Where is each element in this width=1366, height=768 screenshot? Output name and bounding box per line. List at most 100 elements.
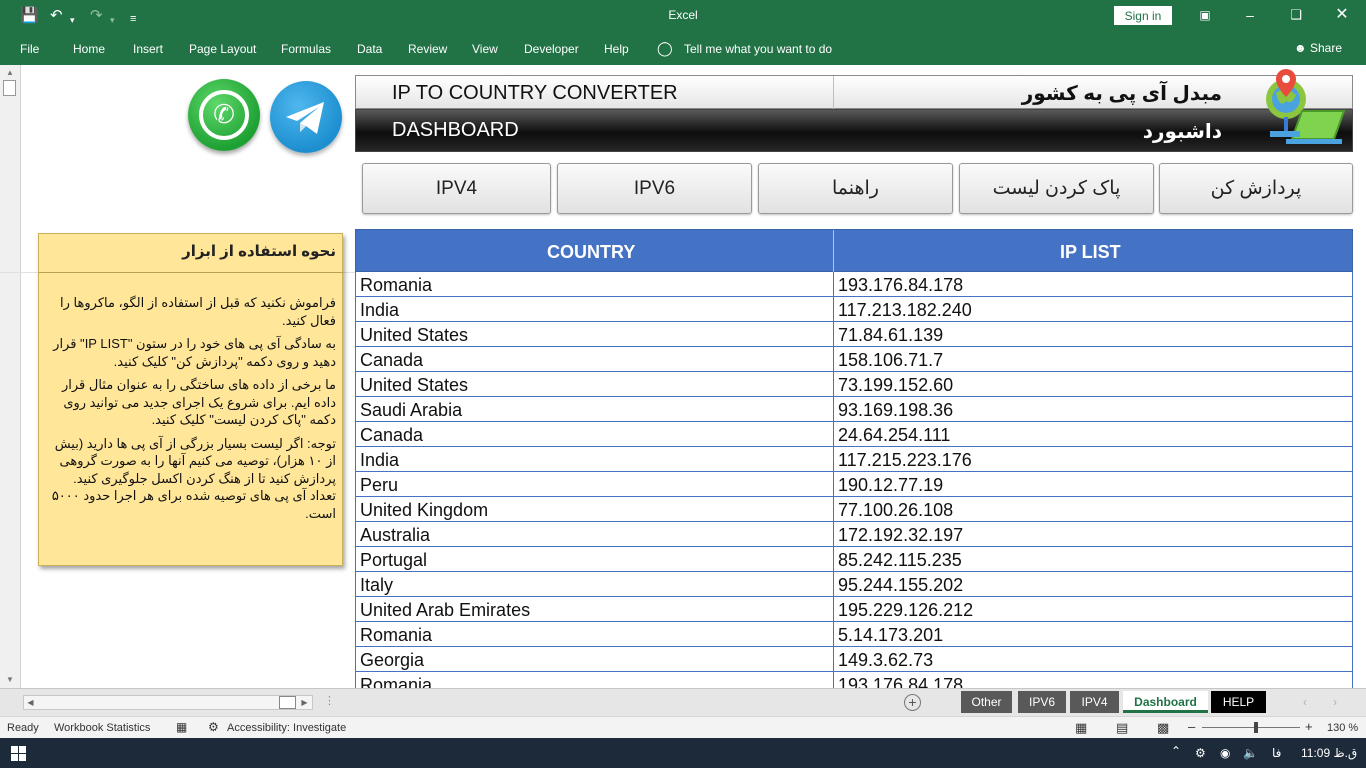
accessibility-icon[interactable]: ⚙ <box>208 720 219 734</box>
country-cell[interactable]: Romania <box>360 625 432 646</box>
taskbar-clock[interactable]: 11:09 ق.ظ <box>1301 746 1357 760</box>
ip-cell[interactable]: 193.176.84.178 <box>838 275 963 296</box>
worksheet[interactable]: ▲ ▼ ✆ IP TO COUNTRY CONVERTER مبدل آی پی… <box>0 65 1366 688</box>
page-layout-view-icon[interactable]: ▤ <box>1116 720 1128 736</box>
accessibility-status[interactable]: Accessibility: Investigate <box>227 722 346 734</box>
tab-review[interactable]: Review <box>408 42 447 56</box>
ip-cell[interactable]: 24.64.254.111 <box>838 425 950 446</box>
scroll-right-icon[interactable]: ▶ <box>298 696 311 709</box>
country-cell[interactable]: Portugal <box>360 550 427 571</box>
ip-cell[interactable]: 77.100.26.108 <box>838 500 953 521</box>
table-row: Portugal 85.242.115.235 <box>356 547 1352 572</box>
horizontal-scroll-thumb[interactable] <box>279 696 296 709</box>
next-sheet-icon[interactable]: › <box>1333 695 1337 709</box>
splitter-handle-icon[interactable]: ⋮ <box>324 694 335 707</box>
tab-file[interactable]: File <box>20 42 39 56</box>
tab-developer[interactable]: Developer <box>524 42 579 56</box>
tab-data[interactable]: Data <box>357 42 382 56</box>
horizontal-scrollbar[interactable]: ◀ ▶ <box>23 695 313 710</box>
zoom-in-icon[interactable]: + <box>1305 719 1313 734</box>
close-icon[interactable]: ✕ <box>1327 5 1357 25</box>
windows-start-icon[interactable] <box>11 746 26 761</box>
ip-cell[interactable]: 190.12.77.19 <box>838 475 943 496</box>
share-button[interactable]: ☻ Share <box>1294 41 1342 55</box>
normal-view-icon[interactable]: ▦ <box>1075 720 1087 736</box>
country-cell[interactable]: Canada <box>360 350 423 371</box>
table-row: Romania 193.176.84.178 <box>356 672 1352 688</box>
telegram-icon[interactable] <box>270 81 342 153</box>
ip-cell[interactable]: 85.242.115.235 <box>838 550 962 571</box>
tab-formulas[interactable]: Formulas <box>281 42 331 56</box>
ip-cell[interactable]: 5.14.173.201 <box>838 625 943 646</box>
country-cell[interactable]: United States <box>360 375 468 396</box>
country-cell[interactable]: United Kingdom <box>360 500 488 521</box>
country-cell[interactable]: Canada <box>360 425 423 446</box>
ribbon-display-options-icon[interactable]: ▣ <box>1190 5 1220 25</box>
country-cell[interactable]: Peru <box>360 475 398 496</box>
show-hidden-icons-icon[interactable]: ⌃ <box>1171 744 1181 758</box>
ip-cell[interactable]: 172.192.32.197 <box>838 525 963 546</box>
scroll-up-icon[interactable]: ▲ <box>4 67 16 79</box>
ipv6-button[interactable]: IPV6 <box>557 163 752 214</box>
sheet-tab-ipv6[interactable]: IPV6 <box>1018 691 1066 713</box>
zoom-slider[interactable] <box>1202 727 1300 728</box>
input-language[interactable]: فا <box>1272 746 1281 760</box>
scroll-left-icon[interactable]: ◀ <box>24 696 37 709</box>
sheet-tab-ipv4[interactable]: IPV4 <box>1070 691 1119 713</box>
zoom-out-icon[interactable]: – <box>1188 719 1195 734</box>
zoom-level[interactable]: 130 % <box>1327 722 1358 734</box>
network-icon[interactable]: ⚙ <box>1195 746 1206 760</box>
ip-cell[interactable]: 95.244.155.202 <box>838 575 963 596</box>
country-cell[interactable]: United Arab Emirates <box>360 600 530 621</box>
vertical-scroll-thumb[interactable] <box>3 80 16 96</box>
column-header-ip-list[interactable]: IP LIST <box>1060 242 1121 263</box>
country-cell[interactable]: United States <box>360 325 468 346</box>
ip-cell[interactable]: 193.176.84.178 <box>838 675 963 688</box>
tell-me-search[interactable]: Tell me what you want to do <box>684 42 832 56</box>
tab-view[interactable]: View <box>472 42 498 56</box>
zoom-slider-thumb[interactable] <box>1254 722 1258 733</box>
country-cell[interactable]: India <box>360 450 399 471</box>
table-row: Romania 5.14.173.201 <box>356 622 1352 647</box>
tab-insert[interactable]: Insert <box>133 42 163 56</box>
sheet-tab-help[interactable]: HELP <box>1211 691 1266 713</box>
country-cell[interactable]: Australia <box>360 525 430 546</box>
ip-cell[interactable]: 195.229.126.212 <box>838 600 973 621</box>
prev-sheet-icon[interactable]: ‹ <box>1303 695 1307 709</box>
country-cell[interactable]: Saudi Arabia <box>360 400 462 421</box>
country-cell[interactable]: Italy <box>360 575 393 596</box>
country-cell[interactable]: Georgia <box>360 650 424 671</box>
guide-button[interactable]: راهنما <box>758 163 953 214</box>
add-sheet-icon[interactable]: + <box>904 694 921 711</box>
page-break-view-icon[interactable]: ▩ <box>1157 720 1169 736</box>
sheet-tab-other[interactable]: Other <box>961 691 1012 713</box>
clear-list-button[interactable]: پاک کردن لیست <box>959 163 1154 214</box>
ip-cell[interactable]: 93.169.198.36 <box>838 400 953 421</box>
country-cell[interactable]: Romania <box>360 675 432 688</box>
ip-cell[interactable]: 73.199.152.60 <box>838 375 953 396</box>
tab-page-layout[interactable]: Page Layout <box>189 42 256 56</box>
tab-help[interactable]: Help <box>604 42 629 56</box>
sheet-tab-dashboard[interactable]: Dashboard <box>1123 691 1208 713</box>
vertical-scrollbar[interactable]: ▲ ▼ <box>0 65 21 688</box>
whatsapp-icon[interactable]: ✆ <box>188 79 260 151</box>
volume-icon[interactable]: 🔈 <box>1243 746 1258 760</box>
sign-in-button[interactable]: Sign in <box>1114 6 1172 25</box>
wifi-icon[interactable]: ◉ <box>1220 746 1230 760</box>
macro-record-icon[interactable]: ▦ <box>176 720 187 734</box>
ip-cell[interactable]: 117.213.182.240 <box>838 300 972 321</box>
country-cell[interactable]: Romania <box>360 275 432 296</box>
ip-cell[interactable]: 117.215.223.176 <box>838 450 972 471</box>
restore-icon[interactable]: ❏ <box>1281 5 1311 25</box>
minimize-icon[interactable]: – <box>1235 5 1265 25</box>
process-button[interactable]: پردازش کن <box>1159 163 1353 214</box>
workbook-statistics[interactable]: Workbook Statistics <box>54 722 150 734</box>
ip-cell[interactable]: 158.106.71.7 <box>838 350 943 371</box>
country-cell[interactable]: India <box>360 300 399 321</box>
ip-cell[interactable]: 149.3.62.73 <box>838 650 933 671</box>
column-header-country[interactable]: COUNTRY <box>547 242 635 263</box>
tab-home[interactable]: Home <box>73 42 105 56</box>
ip-cell[interactable]: 71.84.61.139 <box>838 325 943 346</box>
ipv4-button[interactable]: IPV4 <box>362 163 551 214</box>
scroll-down-icon[interactable]: ▼ <box>4 674 16 686</box>
